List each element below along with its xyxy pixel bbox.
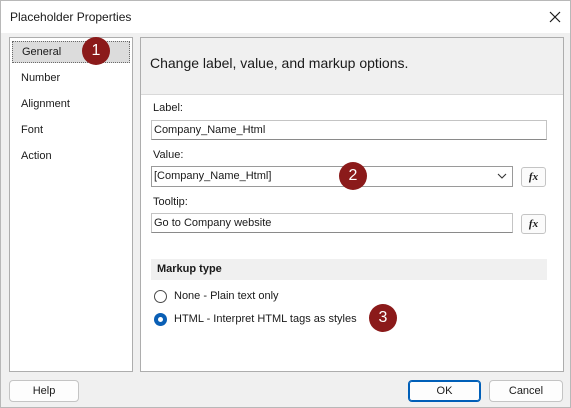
callout-badge-2: 2 xyxy=(339,162,367,190)
ok-button[interactable]: OK xyxy=(408,380,481,402)
value-combobox[interactable]: [Company_Name_Html] xyxy=(151,166,513,187)
tooltip-field[interactable]: Go to Company website xyxy=(151,213,513,233)
label-field[interactable]: Company_Name_Html xyxy=(151,120,547,140)
markup-option-none[interactable]: None - Plain text only xyxy=(154,288,279,304)
title-bar: Placeholder Properties xyxy=(1,1,570,33)
markup-type-title: Markup type xyxy=(157,263,222,275)
markup-option-html[interactable]: HTML - Interpret HTML tags as styles xyxy=(154,311,357,327)
label-caption: Label: xyxy=(153,102,183,114)
nav-item-number[interactable]: Number xyxy=(12,67,130,89)
cancel-button[interactable]: Cancel xyxy=(489,380,563,402)
general-panel: Change label, value, and markup options.… xyxy=(140,37,564,372)
panel-header: Change label, value, and markup options. xyxy=(141,38,563,95)
panel-heading: Change label, value, and markup options. xyxy=(150,55,409,71)
tooltip-caption: Tooltip: xyxy=(153,196,188,208)
markup-option-none-label: None - Plain text only xyxy=(174,290,279,302)
markup-option-html-label: HTML - Interpret HTML tags as styles xyxy=(174,313,357,325)
nav-item-general[interactable]: General xyxy=(12,41,130,63)
nav-item-action[interactable]: Action xyxy=(12,145,130,167)
value-caption: Value: xyxy=(153,149,184,161)
category-list: General Number Alignment Font Action xyxy=(9,37,133,372)
value-combobox-text: [Company_Name_Html] xyxy=(154,170,272,182)
help-button[interactable]: Help xyxy=(9,380,79,402)
radio-none[interactable] xyxy=(154,289,167,303)
close-button[interactable] xyxy=(542,6,568,28)
placeholder-properties-dialog: Placeholder Properties General Number Al… xyxy=(0,0,571,408)
markup-type-header: Markup type xyxy=(151,259,547,280)
radio-html[interactable] xyxy=(154,312,167,326)
fx-icon: fx xyxy=(528,218,539,230)
chevron-down-icon xyxy=(497,173,507,179)
callout-badge-1: 1 xyxy=(82,37,110,65)
nav-item-font[interactable]: Font xyxy=(12,119,130,141)
close-icon xyxy=(549,11,561,23)
fx-icon: fx xyxy=(528,171,539,183)
tooltip-expression-button[interactable]: fx xyxy=(521,214,546,234)
callout-badge-3: 3 xyxy=(369,304,397,332)
nav-item-alignment[interactable]: Alignment xyxy=(12,93,130,115)
value-expression-button[interactable]: fx xyxy=(521,167,546,187)
dialog-title: Placeholder Properties xyxy=(10,10,132,24)
